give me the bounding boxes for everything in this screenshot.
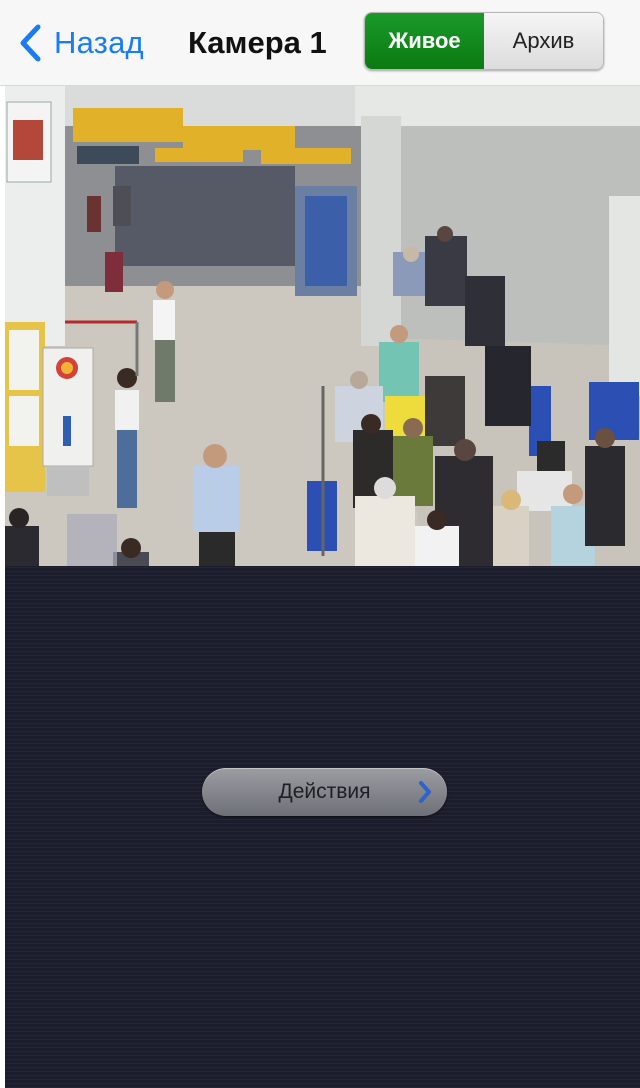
controls-panel bbox=[5, 566, 640, 1088]
top-navigation-bar: Назад Камера 1 Живое Архив bbox=[0, 0, 640, 86]
chevron-left-icon bbox=[20, 24, 41, 62]
camera-title: Камера 1 bbox=[188, 25, 327, 60]
tab-archive[interactable]: Архив bbox=[484, 13, 603, 69]
tab-live[interactable]: Живое bbox=[365, 13, 484, 69]
view-mode-segmented-control: Живое Архив bbox=[364, 12, 604, 70]
actions-button-label: Действия bbox=[278, 780, 371, 803]
airport-scene-image bbox=[5, 86, 640, 566]
back-button[interactable]: Назад bbox=[18, 22, 144, 64]
actions-button[interactable]: Действия bbox=[202, 768, 447, 816]
chevron-right-icon bbox=[419, 781, 431, 803]
back-button-label: Назад bbox=[54, 25, 144, 60]
camera-video-feed[interactable] bbox=[5, 86, 640, 566]
